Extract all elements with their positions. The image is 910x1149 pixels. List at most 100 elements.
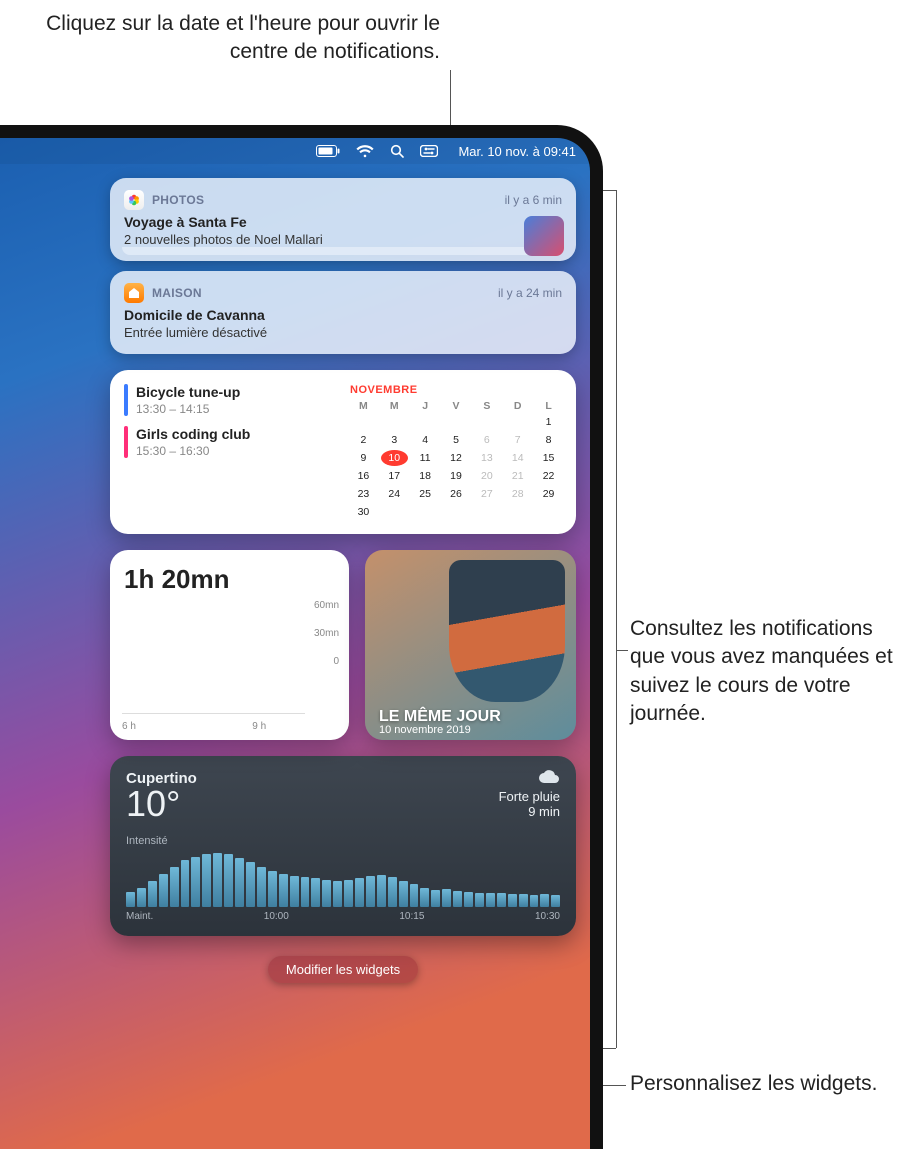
photo-memory-date: 10 novembre 2019	[379, 724, 471, 740]
calendar-event[interactable]: Bicycle tune-up 13:30 – 14:15	[124, 384, 336, 416]
axis-label: 10:00	[264, 911, 289, 922]
calendar-day[interactable]: 14	[504, 450, 531, 466]
calendar-dow: M	[381, 400, 408, 412]
callout-top: Cliquez sur la date et l'heure pour ouvr…	[40, 10, 440, 67]
calendar-day[interactable]: 5	[443, 432, 470, 448]
calendar-dow: J	[412, 400, 439, 412]
calendar-day[interactable]: 30	[350, 504, 377, 520]
event-title: Bicycle tune-up	[136, 384, 240, 400]
calendar-day	[504, 414, 531, 430]
control-center-icon[interactable]	[420, 145, 438, 157]
weather-intensity-chart	[126, 853, 560, 907]
calendar-day[interactable]: 26	[443, 486, 470, 502]
calendar-month-label: NOVEMBRE	[350, 384, 562, 396]
calendar-day[interactable]: 12	[443, 450, 470, 466]
weather-time-axis: Maint. 10:00 10:15 10:30	[126, 911, 560, 922]
calendar-day[interactable]: 7	[504, 432, 531, 448]
screentime-y-axis: 60mn 30mn 0	[314, 592, 339, 676]
home-app-icon	[124, 283, 144, 303]
calendar-dow: V	[443, 400, 470, 412]
calendar-day[interactable]: 17	[381, 468, 408, 484]
event-time: 13:30 – 14:15	[136, 402, 240, 416]
calendar-grid: MMJVSDL 12345678910111213141516171819202…	[350, 400, 562, 520]
calendar-day[interactable]: 3	[381, 432, 408, 448]
calendar-day[interactable]: 19	[443, 468, 470, 484]
calendar-day[interactable]: 29	[535, 486, 562, 502]
callout-bracket	[616, 650, 628, 651]
calendar-day[interactable]: 15	[535, 450, 562, 466]
calendar-day[interactable]: 10	[381, 450, 408, 466]
calendar-dow: S	[473, 400, 500, 412]
axis-label: 0	[314, 648, 339, 676]
notification-time: il y a 6 min	[505, 193, 562, 207]
axis-label: 30mn	[314, 620, 339, 648]
axis-label: 6 h	[122, 721, 136, 732]
callout-right-widgets: Personnalisez les widgets.	[630, 1070, 900, 1098]
weather-temperature: 10°	[126, 783, 197, 825]
calendar-day	[350, 414, 377, 430]
weather-eta: 9 min	[499, 804, 560, 819]
notification-card[interactable]: MAISON il y a 24 min Domicile de Cavanna…	[110, 271, 576, 354]
edit-widgets-button[interactable]: Modifier les widgets	[268, 956, 418, 983]
calendar-day[interactable]: 21	[504, 468, 531, 484]
calendar-day[interactable]: 23	[350, 486, 377, 502]
weather-intensity-label: Intensité	[126, 835, 560, 847]
photo-memory-widget[interactable]: LE MÊME JOUR 10 novembre 2019	[365, 550, 576, 740]
photo-memory-image	[449, 560, 565, 703]
cloud-icon	[499, 770, 560, 787]
axis-label: Maint.	[126, 911, 153, 922]
calendar-day[interactable]: 16	[350, 468, 377, 484]
screentime-widget[interactable]: 1h 20mn 60mn 30mn 0 6 h 9 h	[110, 550, 349, 740]
notification-title: Voyage à Santa Fe	[124, 214, 562, 230]
calendar-day	[412, 414, 439, 430]
calendar-day[interactable]: 8	[535, 432, 562, 448]
calendar-day[interactable]: 28	[504, 486, 531, 502]
weather-condition: Forte pluie	[499, 789, 560, 804]
calendar-day[interactable]: 1	[535, 414, 562, 430]
calendar-day[interactable]: 6	[473, 432, 500, 448]
battery-icon[interactable]	[316, 145, 340, 157]
calendar-month-view: NOVEMBRE MMJVSDL 12345678910111213141516…	[350, 384, 562, 520]
calendar-day[interactable]: 27	[473, 486, 500, 502]
mac-display-frame: Mar. 10 nov. à 09:41 PHOTOS il y a 6 min…	[0, 125, 603, 1149]
notification-body: Entrée lumière désactivé	[124, 325, 562, 340]
callout-bracket	[616, 190, 617, 1048]
calendar-day[interactable]: 13	[473, 450, 500, 466]
photos-app-icon	[124, 190, 144, 210]
wifi-icon[interactable]	[356, 145, 374, 158]
notification-center: PHOTOS il y a 6 min Voyage à Santa Fe 2 …	[110, 178, 576, 1149]
notification-body: 2 nouvelles photos de Noel Mallari	[124, 232, 562, 247]
axis-label: 10:30	[535, 911, 560, 922]
calendar-event[interactable]: Girls coding club 15:30 – 16:30	[124, 426, 336, 458]
spotlight-icon[interactable]	[390, 144, 404, 158]
notification-card[interactable]: PHOTOS il y a 6 min Voyage à Santa Fe 2 …	[110, 178, 576, 261]
menubar: Mar. 10 nov. à 09:41	[0, 138, 590, 164]
calendar-day[interactable]: 9	[350, 450, 377, 466]
calendar-events: Bicycle tune-up 13:30 – 14:15 Girls codi…	[124, 384, 336, 520]
screentime-total: 1h 20mn	[124, 564, 335, 595]
notification-app-name: PHOTOS	[152, 193, 204, 207]
calendar-day	[443, 414, 470, 430]
screentime-chart	[122, 624, 305, 714]
calendar-day[interactable]: 22	[535, 468, 562, 484]
calendar-day	[381, 414, 408, 430]
notification-thumbnail	[524, 216, 564, 256]
calendar-day[interactable]: 11	[412, 450, 439, 466]
notification-app-name: MAISON	[152, 286, 202, 300]
calendar-day[interactable]: 4	[412, 432, 439, 448]
event-color-bar	[124, 426, 128, 458]
calendar-day[interactable]: 18	[412, 468, 439, 484]
calendar-day[interactable]: 25	[412, 486, 439, 502]
weather-widget[interactable]: Cupertino 10° Forte pluie 9 min Intensit…	[110, 756, 576, 936]
axis-label: 10:15	[399, 911, 424, 922]
axis-label: 9 h	[252, 721, 266, 732]
calendar-day[interactable]: 2	[350, 432, 377, 448]
calendar-day[interactable]: 24	[381, 486, 408, 502]
event-title: Girls coding club	[136, 426, 250, 442]
notification-time: il y a 24 min	[498, 286, 562, 300]
calendar-day[interactable]: 20	[473, 468, 500, 484]
calendar-dow: M	[350, 400, 377, 412]
calendar-widget[interactable]: Bicycle tune-up 13:30 – 14:15 Girls codi…	[110, 370, 576, 534]
screentime-x-axis: 6 h 9 h	[122, 721, 305, 732]
menubar-datetime[interactable]: Mar. 10 nov. à 09:41	[458, 144, 576, 159]
